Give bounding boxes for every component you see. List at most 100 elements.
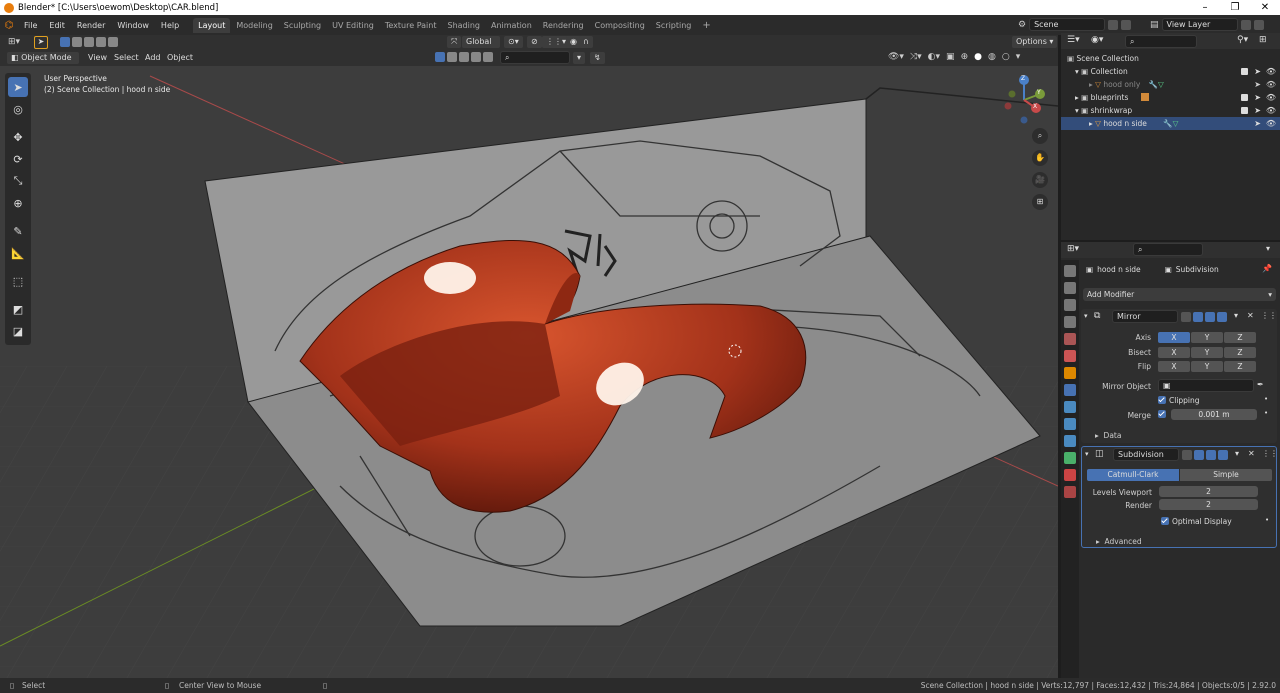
orientation-dropdown[interactable]: Global ▾: [462, 36, 500, 58]
select-extend-icon[interactable]: [72, 37, 82, 47]
expand-icon[interactable]: ▾: [1075, 67, 1079, 76]
snap-icon[interactable]: ⊘: [527, 36, 542, 48]
render-camera-icon[interactable]: [1217, 312, 1227, 322]
modifier-menu-icon[interactable]: ▾: [1234, 311, 1238, 320]
rotate-tool-icon[interactable]: ⟳: [8, 149, 28, 169]
view-layer-field[interactable]: View Layer: [1161, 18, 1238, 31]
measure-tool-icon[interactable]: 📐: [8, 243, 28, 263]
bisect-z-button[interactable]: Z: [1224, 347, 1256, 358]
render-tab-icon[interactable]: [1064, 282, 1076, 294]
shading-options-icon[interactable]: ▾: [1016, 52, 1021, 62]
shading-tool-icon[interactable]: ◩: [8, 299, 28, 319]
filter-dropdown-icon[interactable]: ▾: [573, 52, 586, 64]
new-scene-icon[interactable]: [1108, 19, 1119, 30]
select-tool-icon[interactable]: ➤: [8, 77, 28, 97]
keyframe-dot-icon[interactable]: •: [1264, 395, 1268, 403]
axis-z-button[interactable]: Z: [1224, 332, 1256, 343]
expand-icon[interactable]: ▾: [1075, 106, 1079, 115]
zoom-icon[interactable]: ⌕: [1032, 128, 1048, 144]
wireframe-shading-icon[interactable]: ⊕: [961, 52, 969, 62]
merge-distance-field[interactable]: 0.001 m: [1171, 409, 1257, 420]
editor-type-icon[interactable]: ⊞▾: [8, 37, 20, 47]
select-subtract-icon[interactable]: [84, 37, 94, 47]
view-layer-tab-icon[interactable]: [1064, 316, 1076, 328]
material-shading-icon[interactable]: ◍: [988, 52, 996, 62]
tab-modeling[interactable]: Modeling: [231, 18, 277, 33]
gizmo-icon[interactable]: ⤨▾: [910, 52, 922, 62]
collection-checkbox-icon[interactable]: [1241, 68, 1248, 75]
mirror-name-field[interactable]: Mirror: [1112, 310, 1178, 323]
outliner-row-hood-only[interactable]: ▸ ▽ hood only 🔧▽ ➤ 👁: [1061, 78, 1280, 91]
menu-window[interactable]: Window: [111, 21, 155, 30]
menu-file[interactable]: File: [18, 21, 43, 30]
eye-icon[interactable]: 👁: [1266, 65, 1276, 78]
eye-icon[interactable]: 👁: [1266, 78, 1276, 91]
output-tab-icon[interactable]: [1064, 299, 1076, 311]
physics-tab-icon[interactable]: [1064, 418, 1076, 430]
eye-icon[interactable]: 👁: [1266, 104, 1276, 117]
texture-tab-icon[interactable]: [1064, 486, 1076, 498]
menu-object[interactable]: Object: [167, 53, 193, 62]
mirror-object-field[interactable]: ▣: [1158, 379, 1254, 392]
scale-tool-icon[interactable]: ⤡: [8, 171, 28, 191]
editmode-cage-icon[interactable]: [1181, 312, 1191, 322]
bisect-x-button[interactable]: X: [1158, 347, 1190, 358]
scene-tab-icon[interactable]: [1064, 333, 1076, 345]
properties-options-icon[interactable]: ▾: [1266, 244, 1270, 253]
select-intersect-icon[interactable]: [108, 37, 118, 47]
material-tab-icon[interactable]: [1064, 469, 1076, 481]
world-tab-icon[interactable]: [1064, 350, 1076, 362]
tab-sculpting[interactable]: Sculpting: [279, 18, 326, 33]
keyframe-dot-icon[interactable]: •: [1265, 516, 1269, 524]
menu-help[interactable]: Help: [155, 21, 185, 30]
render-camera-icon[interactable]: [1218, 450, 1228, 460]
catmull-clark-button[interactable]: Catmull-Clark: [1087, 469, 1179, 481]
annotate-tool-icon[interactable]: ✎: [8, 221, 28, 241]
new-view-layer-icon[interactable]: [1240, 19, 1251, 30]
bisect-y-button[interactable]: Y: [1191, 347, 1223, 358]
delete-view-layer-icon[interactable]: [1253, 19, 1264, 30]
menu-edit[interactable]: Edit: [43, 21, 71, 30]
select-arrow-icon[interactable]: ➤: [1254, 91, 1261, 104]
outliner-search-input[interactable]: ⌕: [1125, 35, 1197, 48]
tab-texture-paint[interactable]: Texture Paint: [380, 18, 442, 33]
new-collection-icon[interactable]: ⊞: [1259, 35, 1267, 45]
select-arrow-icon[interactable]: ➤: [1254, 78, 1261, 91]
tab-layout[interactable]: Layout: [193, 17, 231, 33]
overlay-icon[interactable]: ◐▾: [928, 52, 940, 62]
eye-icon[interactable]: 👁: [1266, 91, 1276, 104]
tab-animation[interactable]: Animation: [486, 18, 537, 33]
menu-select[interactable]: Select: [114, 53, 139, 62]
keyframe-dot-icon[interactable]: •: [1264, 409, 1268, 417]
outliner-scene-collection[interactable]: ▣ Scene Collection: [1061, 52, 1280, 65]
outliner-filter-icon[interactable]: ⚲▾: [1237, 35, 1248, 45]
tab-scripting[interactable]: Scripting: [651, 18, 697, 33]
menu-render[interactable]: Render: [71, 21, 111, 30]
3d-viewport[interactable]: User Perspective (2) Scene Collection | …: [0, 66, 1058, 678]
tab-uv-editing[interactable]: UV Editing: [327, 18, 379, 33]
tab-shading[interactable]: Shading: [442, 18, 485, 33]
properties-search-input[interactable]: ⌕: [1133, 243, 1203, 256]
mesh-filter-icon[interactable]: [435, 52, 445, 62]
outliner-row-shrinkwrap[interactable]: ▾ ▣ shrinkwrap ➤ 👁: [1061, 104, 1280, 117]
render-levels-field[interactable]: 2: [1159, 499, 1258, 510]
remove-modifier-icon[interactable]: ✕: [1247, 311, 1254, 320]
outliner-editor-icon[interactable]: ☰▾: [1067, 35, 1080, 45]
particles-tab-icon[interactable]: [1064, 401, 1076, 413]
maximize-icon[interactable]: ❐: [1220, 0, 1250, 15]
drag-handle-icon[interactable]: ⋮⋮: [1261, 311, 1277, 320]
editmode-icon[interactable]: [1194, 450, 1204, 460]
pivot-point-icon[interactable]: ⊙▾: [504, 36, 523, 48]
select-arrow-icon[interactable]: ➤: [1254, 117, 1261, 130]
constraints-tab-icon[interactable]: [1064, 435, 1076, 447]
camera-view-icon[interactable]: 🎥: [1032, 172, 1048, 188]
data-subpanel[interactable]: ▸ Data: [1095, 431, 1121, 440]
flip-z-button[interactable]: Z: [1224, 361, 1256, 372]
optimal-display-checkbox[interactable]: Optimal Display: [1161, 517, 1232, 526]
empty-filter-icon[interactable]: [483, 52, 493, 62]
tab-rendering[interactable]: Rendering: [538, 18, 589, 33]
simple-button[interactable]: Simple: [1180, 469, 1272, 481]
ortho-toggle-icon[interactable]: ⊞: [1032, 194, 1048, 210]
falloff-icon[interactable]: ∩: [579, 36, 593, 48]
minimize-icon[interactable]: –: [1190, 0, 1220, 15]
